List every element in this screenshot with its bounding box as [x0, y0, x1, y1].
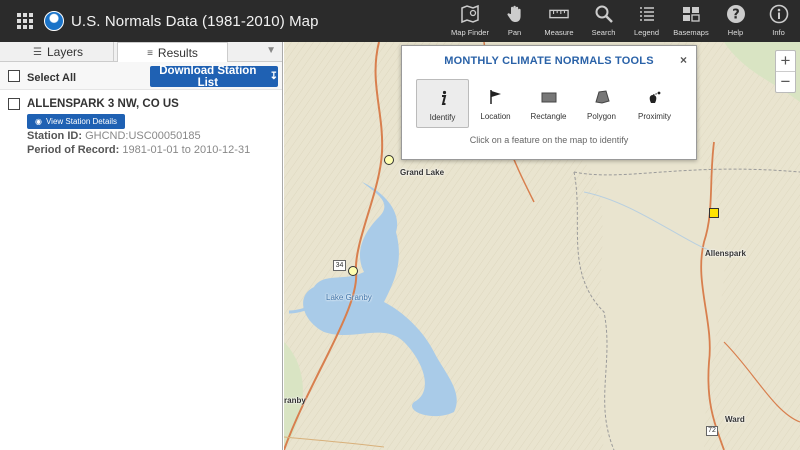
polygon-icon	[594, 90, 610, 104]
apps-grid-icon[interactable]	[17, 13, 33, 29]
zoom-out-button[interactable]: −	[776, 72, 795, 93]
search-button[interactable]: Search	[582, 0, 625, 42]
tools-panel-title: MONTHLY CLIMATE NORMALS TOOLS	[444, 55, 654, 67]
collapse-caret-icon[interactable]: ▼	[266, 45, 276, 56]
proximity-tool[interactable]: Proximity	[628, 79, 681, 128]
legend-button[interactable]: Legend	[625, 0, 668, 42]
station-id-label: Station ID:	[27, 130, 82, 142]
period-value: 1981-01-01 to 2010-12-31	[122, 144, 251, 156]
help-icon: ?	[726, 5, 745, 23]
map-label-grand-lake: Grand Lake	[400, 168, 445, 177]
sidebar-tabs: ☰ Layers ≡ Results ▼	[0, 42, 282, 63]
app-header: U.S. Normals Data (1981-2010) Map Map Fi…	[0, 0, 800, 42]
layers-icon: ☰	[33, 46, 42, 58]
download-station-list-button[interactable]: Download Station List ↧	[150, 64, 278, 89]
list-icon: ≡	[147, 47, 153, 59]
sidebar: ☰ Layers ≡ Results ▼ Select All Download…	[0, 42, 283, 450]
station-marker-selected[interactable]	[708, 207, 720, 219]
identify-tool[interactable]: Identify	[416, 79, 469, 128]
download-label: Download Station List	[159, 64, 257, 89]
map-label-ward: Ward	[725, 415, 745, 424]
svg-text:?: ?	[732, 8, 740, 23]
polygon-label: Polygon	[587, 112, 616, 121]
toolbar: Map Finder Pan Measure Search Legend Bas…	[447, 0, 800, 42]
select-all-label: Select All	[27, 71, 77, 84]
eye-icon: ◉	[35, 117, 42, 126]
station-checkbox[interactable]	[8, 98, 20, 110]
pan-button[interactable]: Pan	[493, 0, 536, 42]
station-id-value: GHCND:USC00050185	[85, 130, 201, 142]
info-label: Info	[772, 28, 785, 37]
basemaps-button[interactable]: Basemaps	[668, 0, 714, 42]
app-title: U.S. Normals Data (1981-2010) Map	[71, 12, 319, 30]
select-all-row: Select All Download Station List ↧	[0, 62, 282, 90]
highway-shield-72: 72	[706, 426, 718, 436]
station-result: ALLENSPARK 3 NW, CO US ◉ View Station De…	[0, 90, 282, 157]
proximity-label: Proximity	[638, 112, 671, 121]
basemaps-label: Basemaps	[673, 28, 709, 37]
climate-normals-tools-panel: MONTHLY CLIMATE NORMALS TOOLS × Identify…	[401, 45, 697, 160]
download-icon: ↧	[269, 71, 278, 82]
info-icon	[769, 4, 788, 24]
close-icon[interactable]: ×	[680, 53, 687, 67]
hand-icon	[506, 5, 521, 22]
select-all-checkbox[interactable]	[8, 69, 20, 82]
noaa-logo	[44, 11, 64, 31]
pan-label: Pan	[507, 28, 522, 37]
details-label: View Station Details	[45, 117, 117, 126]
station-name: ALLENSPARK 3 NW, CO US	[27, 98, 179, 110]
map-label-allenspark: Allenspark	[705, 249, 746, 258]
rectangle-tool[interactable]: Rectangle	[522, 79, 575, 128]
tab-results-label: Results	[157, 46, 198, 60]
station-marker[interactable]	[383, 154, 395, 166]
help-label: Help	[727, 28, 744, 37]
tab-layers[interactable]: ☰ Layers	[3, 42, 114, 62]
help-button[interactable]: ? Help	[714, 0, 757, 42]
tab-layers-label: Layers	[46, 45, 83, 59]
zoom-control: + −	[775, 50, 796, 93]
polygon-tool[interactable]: Polygon	[575, 79, 628, 128]
period-of-record: Period of Record: 1981-01-01 to 2010-12-…	[27, 143, 282, 157]
flag-icon	[489, 90, 501, 104]
station-id: Station ID: GHCND:USC00050185	[27, 129, 282, 143]
zoom-in-button[interactable]: +	[776, 51, 795, 72]
highway-shield-34: 34	[333, 260, 346, 271]
tab-results[interactable]: ≡ Results	[117, 42, 228, 63]
period-label: Period of Record:	[27, 144, 120, 156]
search-label: Search	[591, 28, 616, 37]
map-finder-label: Map Finder	[451, 28, 489, 37]
basemaps-icon	[683, 7, 700, 22]
tools-row: Identify Location Rectangle Polygon Prox…	[416, 79, 696, 128]
measure-button[interactable]: Measure	[536, 0, 582, 42]
measure-label: Measure	[544, 28, 574, 37]
info-button[interactable]: Info	[757, 0, 800, 42]
rectangle-icon	[541, 92, 556, 103]
list-icon	[639, 7, 654, 21]
map-finder-button[interactable]: Map Finder	[447, 0, 493, 42]
rectangle-label: Rectangle	[530, 112, 567, 121]
location-tool[interactable]: Location	[469, 79, 522, 128]
ruler-icon	[549, 9, 569, 19]
search-icon	[595, 5, 613, 23]
tools-panel-hint: Click on a feature on the map to identif…	[469, 135, 629, 145]
station-marker[interactable]	[347, 265, 359, 277]
legend-label: Legend	[633, 28, 660, 37]
identify-label: Identify	[429, 113, 456, 122]
location-label: Location	[480, 112, 511, 121]
map-label-lake-granby: Lake Granby	[326, 293, 372, 302]
info-italic-icon	[441, 90, 446, 105]
view-station-details-button[interactable]: ◉ View Station Details	[27, 114, 125, 129]
map-label-granby: ranby	[284, 396, 306, 405]
map-finder-icon	[461, 4, 479, 24]
proximity-icon	[649, 91, 660, 103]
